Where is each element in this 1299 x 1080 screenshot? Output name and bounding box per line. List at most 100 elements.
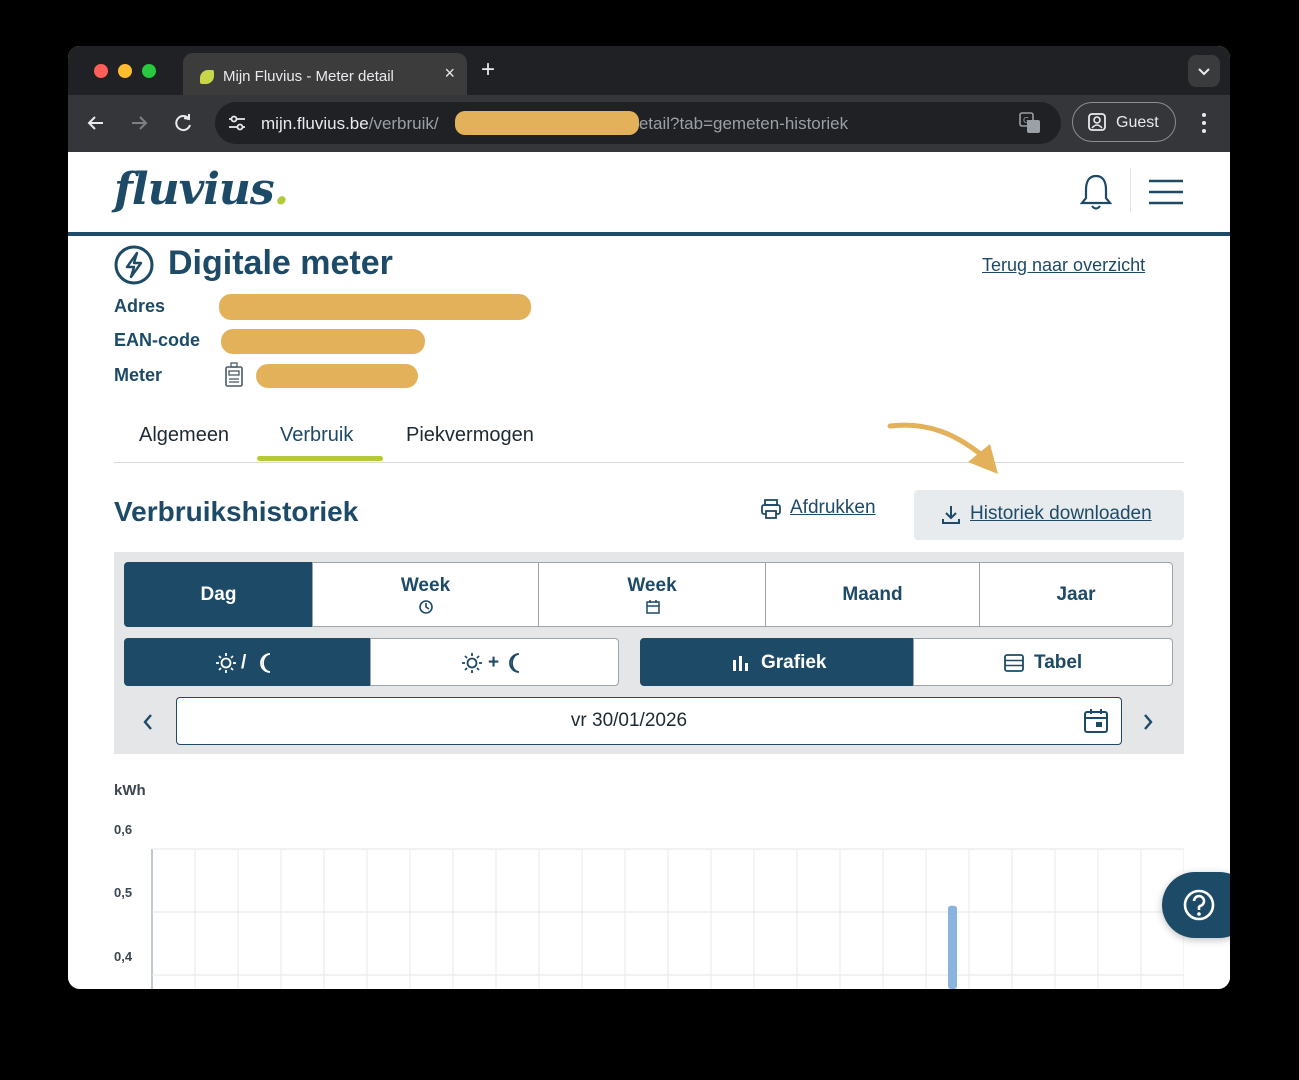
url-path-end: /detail?tab=gemeten-historiek xyxy=(624,114,849,133)
tab-piekvermogen[interactable]: Piekvermogen xyxy=(406,424,534,447)
moon-icon xyxy=(260,653,271,673)
calendar-icon[interactable] xyxy=(1083,708,1109,734)
back-button[interactable] xyxy=(82,109,110,137)
period-jaar-label: Jaar xyxy=(1056,584,1096,605)
svg-text:G: G xyxy=(1023,116,1029,125)
y-tick-label: 0,4 xyxy=(114,949,133,964)
fluvius-favicon-icon xyxy=(200,70,214,84)
active-tab-indicator xyxy=(257,456,383,461)
logo-text: fluvius xyxy=(114,164,275,215)
profile-label: Guest xyxy=(1116,114,1159,131)
tab-search-button[interactable] xyxy=(1188,55,1220,87)
print-link[interactable]: Afdrukken xyxy=(760,497,876,519)
download-history-button[interactable]: Historiek downloaden xyxy=(914,490,1184,540)
arrow-right-icon xyxy=(132,116,148,130)
view-grafiek-button[interactable]: Grafiek xyxy=(640,638,914,686)
period-dag-button[interactable]: Dag xyxy=(124,562,313,627)
address-bar[interactable]: mijn.fluvius.be/verbruik/ /detail?tab=gem… xyxy=(215,102,1061,144)
browser-toolbar: mijn.fluvius.be/verbruik/ /detail?tab=gem… xyxy=(68,95,1230,152)
period-jaar-button[interactable]: Jaar xyxy=(979,562,1173,627)
tab-algemeen[interactable]: Algemeen xyxy=(139,424,229,447)
calendar-small-icon xyxy=(646,600,660,614)
tariff-separator-slash: / xyxy=(241,652,247,673)
redacted-url-segment xyxy=(455,111,639,135)
ean-code-label: EAN-code xyxy=(114,330,201,350)
new-tab-button[interactable]: + xyxy=(481,56,495,84)
redacted-meter-number xyxy=(256,364,418,388)
browser-window: Mijn Fluvius - Meter detail × + mijn.flu… xyxy=(68,46,1230,989)
view-tabel-label: Tabel xyxy=(1034,652,1083,673)
bell-icon[interactable] xyxy=(1078,172,1114,212)
hamburger-menu-icon[interactable] xyxy=(1148,177,1184,207)
help-button[interactable] xyxy=(1162,872,1230,938)
header-divider xyxy=(1130,168,1131,212)
period-maand-button[interactable]: Maand xyxy=(765,562,980,627)
tariff-day-plus-night-button[interactable]: + xyxy=(370,638,619,686)
profile-icon xyxy=(1088,113,1106,131)
lightning-bolt-icon xyxy=(114,245,154,285)
view-tabel-button[interactable]: Tabel xyxy=(913,638,1173,686)
redacted-ean-code xyxy=(221,329,425,354)
browser-menu-icon[interactable] xyxy=(1194,109,1214,137)
history-title: Verbruikshistoriek xyxy=(114,496,359,527)
tab-close-icon[interactable]: × xyxy=(444,63,455,84)
question-mark-icon xyxy=(1183,889,1215,921)
tab-verbruik[interactable]: Verbruik xyxy=(280,424,353,447)
history-controls-panel: Dag Week Week Maand Jaar / + Grafiek Tab… xyxy=(114,552,1184,754)
url-host: mijn.fluvius.be xyxy=(261,114,369,133)
profile-button[interactable]: Guest xyxy=(1072,102,1176,142)
reload-button[interactable] xyxy=(169,109,197,137)
meter-label: Meter xyxy=(114,365,163,385)
table-icon xyxy=(1004,654,1024,672)
download-icon xyxy=(942,506,960,524)
date-value: vr 30/01/2026 xyxy=(570,710,688,731)
browser-tab[interactable]: Mijn Fluvius - Meter detail × xyxy=(183,53,467,95)
translate-icon[interactable]: G xyxy=(1018,111,1042,135)
date-picker-input[interactable]: vr 30/01/2026 xyxy=(176,697,1122,745)
page-title: Digitale meter xyxy=(168,244,393,282)
period-dag-label: Dag xyxy=(200,584,237,605)
clock-icon xyxy=(419,600,433,614)
minimize-window-button[interactable] xyxy=(118,64,132,78)
y-tick-label: 0,6 xyxy=(114,822,133,837)
site-header: fluvius. xyxy=(68,152,1230,236)
sun-icon xyxy=(462,653,482,673)
annotation-arrow-icon xyxy=(887,422,998,474)
period-week-label: Week xyxy=(400,575,451,596)
tab-title: Mijn Fluvius - Meter detail xyxy=(223,68,394,85)
forward-button[interactable] xyxy=(125,109,153,137)
tab-strip: Mijn Fluvius - Meter detail × + xyxy=(68,46,1230,95)
period-maand-label: Maand xyxy=(842,584,903,605)
maximize-window-button[interactable] xyxy=(142,64,156,78)
logo-dot: . xyxy=(273,164,289,215)
sun-icon xyxy=(216,653,236,673)
previous-date-chevron-icon[interactable] xyxy=(136,710,160,734)
period-week-label-2: Week xyxy=(627,575,677,596)
tariff-separator-plus: + xyxy=(488,652,500,673)
site-settings-icon[interactable] xyxy=(227,113,247,133)
period-week-daily-button[interactable]: Week xyxy=(538,562,766,627)
page-content: fluvius. Digitale meter Terug naar overz… xyxy=(68,152,1230,989)
back-to-overview-link[interactable]: Terug naar overzicht xyxy=(982,255,1145,276)
tariff-day-or-night-button[interactable]: / xyxy=(124,638,371,686)
meter-device-icon xyxy=(225,362,243,387)
chart-bar[interactable] xyxy=(948,905,957,989)
chart-unit-label: kWh xyxy=(114,782,146,799)
next-date-chevron-icon[interactable] xyxy=(1136,710,1160,734)
print-label: Afdrukken xyxy=(790,497,876,518)
period-week-hourly-button[interactable]: Week xyxy=(312,562,539,627)
close-window-button[interactable] xyxy=(94,64,108,78)
detail-tabs: Algemeen Verbruik Piekvermogen xyxy=(114,412,1184,463)
redacted-address xyxy=(219,294,531,320)
consumption-chart: kWh 0,6 0,5 0,4 xyxy=(68,772,1230,989)
y-tick-label: 0,5 xyxy=(114,885,133,900)
fluvius-logo[interactable]: fluvius. xyxy=(114,164,289,215)
reload-icon xyxy=(175,114,191,132)
url-path-start: /verbruik/ xyxy=(368,114,439,133)
arrow-left-icon xyxy=(87,116,103,130)
download-history-label: Historiek downloaden xyxy=(970,503,1152,524)
bar-chart-icon xyxy=(733,656,748,671)
printer-icon xyxy=(761,499,781,519)
view-grafiek-label: Grafiek xyxy=(761,652,827,673)
moon-icon xyxy=(509,653,520,673)
